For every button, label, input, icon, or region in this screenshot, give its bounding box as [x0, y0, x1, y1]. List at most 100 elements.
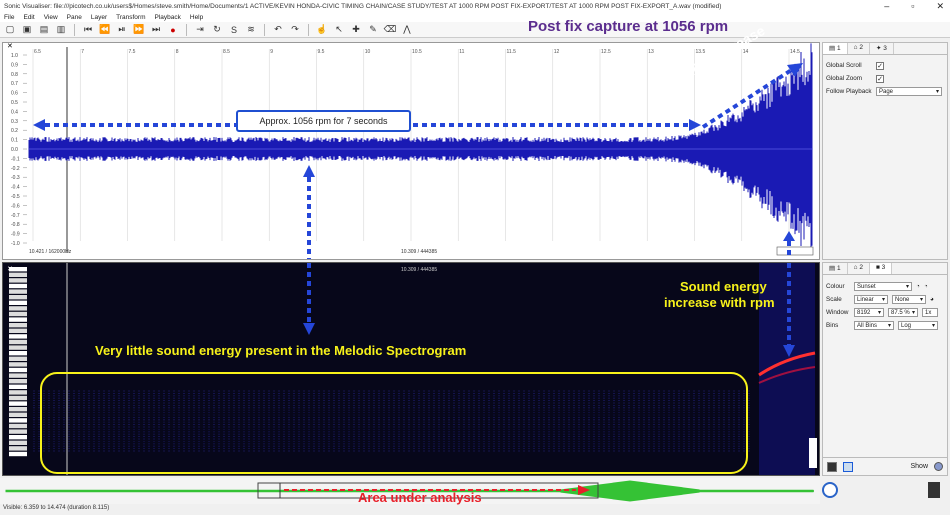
- zoom-indicator: [777, 247, 813, 255]
- speed-icon[interactable]: ≋: [245, 24, 257, 36]
- energy-annotation-line-2: increase with rpm: [664, 295, 775, 310]
- sonic-visualiser-window: Sonic Visualiser: file:///picotech.co.uk…: [0, 0, 950, 515]
- menu-pane[interactable]: Pane: [67, 14, 82, 21]
- menu-file[interactable]: File: [4, 14, 14, 21]
- forward-end-icon[interactable]: ⏭: [150, 24, 162, 36]
- scale-select[interactable]: Linear ▾: [854, 295, 888, 304]
- redo-icon[interactable]: ↷: [289, 24, 301, 36]
- window-overlap-select[interactable]: 87.5 % ▾: [888, 308, 918, 317]
- erase-tool-icon[interactable]: ⌫: [384, 24, 396, 36]
- measure-tool-icon[interactable]: ⋀: [401, 24, 413, 36]
- keyboard-key: [9, 368, 27, 372]
- x-tick-label: 13: [648, 49, 654, 55]
- gain-dial-icon[interactable]: ◕: [930, 296, 934, 303]
- tab-1[interactable]: ▤ 1: [823, 43, 848, 54]
- y-tick-label: 0.5: [11, 100, 18, 106]
- play-selection-icon[interactable]: ⇥: [194, 24, 206, 36]
- open-folder-icon[interactable]: ▣: [21, 24, 33, 36]
- x-tick-label: 9: [270, 49, 273, 55]
- keyboard-key: [9, 317, 27, 321]
- menu-layer[interactable]: Layer: [91, 14, 107, 21]
- solo-icon[interactable]: S: [228, 24, 240, 36]
- keyboard-key: [9, 278, 27, 282]
- undo-icon[interactable]: ↶: [272, 24, 284, 36]
- y-tick-label: 0.2: [11, 128, 18, 134]
- x-tick-label: 9.5: [318, 49, 325, 55]
- keyboard-key: [9, 323, 27, 327]
- minimize-icon[interactable]: –: [884, 1, 889, 11]
- keyboard-key: [9, 452, 27, 456]
- menu-help[interactable]: Help: [190, 14, 203, 21]
- page-title: Post fix capture at 1056 rpm: [528, 18, 728, 35]
- x-tick-label: 11.5: [507, 49, 517, 55]
- colour-select[interactable]: Sunset ▾: [854, 282, 912, 291]
- layer-display-icon[interactable]: [843, 462, 853, 472]
- toolbar: ▢ ▣ ▤ ▥ ⏮ ⏪ ⏯ ⏩ ⏭ ● ⇥ ↻ S ≋ ↶ ↷ ☝ ↖ ✚ ✎ …: [0, 22, 950, 38]
- close-icon[interactable]: ✕: [936, 1, 944, 12]
- x-tick-label: 10: [365, 49, 371, 55]
- bins-select[interactable]: All Bins ▾: [854, 321, 894, 330]
- keyboard-key: [9, 295, 27, 299]
- keyboard-key: [9, 340, 27, 344]
- keyboard-key: [9, 312, 27, 316]
- new-file-icon[interactable]: ▢: [4, 24, 16, 36]
- menu-transform[interactable]: Transform: [116, 14, 145, 21]
- duration-callout: Approx. 1056 rpm for 7 seconds: [236, 110, 411, 132]
- select-tool-icon[interactable]: ↖: [333, 24, 345, 36]
- y-tick-label: 0.7: [11, 81, 18, 87]
- title-bar: Sonic Visualiser: file:///picotech.co.uk…: [0, 0, 950, 12]
- keyboard-key: [9, 284, 27, 288]
- right-arrowhead: [689, 119, 701, 131]
- dial-icon[interactable]: ◔: [916, 283, 920, 290]
- keyboard-key: [9, 357, 27, 361]
- tab-1[interactable]: ▤ 1: [823, 263, 848, 274]
- menu-view[interactable]: View: [44, 14, 58, 21]
- keyboard-key: [9, 396, 27, 400]
- analysis-region-box: [41, 373, 747, 473]
- x-tick-label: 14.5: [790, 49, 800, 55]
- layer-color-swatch[interactable]: [827, 462, 837, 472]
- normalize-select[interactable]: None ▾: [892, 295, 926, 304]
- colour-label: Colour: [826, 283, 850, 290]
- y-tick-label: 0.0: [11, 147, 18, 153]
- save-icon[interactable]: ▤: [38, 24, 50, 36]
- y-tick-label: 0.8: [11, 72, 18, 78]
- global-zoom-checkbox[interactable]: ✓: [876, 75, 884, 83]
- status-bar: Visible: 6.359 to 14.474 (duration 8.115…: [3, 505, 109, 511]
- rewind-icon[interactable]: ⏪: [99, 24, 111, 36]
- tab-3[interactable]: ✦ 3: [870, 43, 894, 54]
- y-tick-label: -0.5: [11, 194, 20, 200]
- window-size-select[interactable]: 8192 ▾: [854, 308, 884, 317]
- draw-tool-icon[interactable]: ✎: [367, 24, 379, 36]
- readout-center: 10.309 / 444385: [401, 249, 437, 255]
- maximize-icon[interactable]: ▫: [911, 1, 914, 11]
- fast-forward-icon[interactable]: ⏩: [133, 24, 145, 36]
- y-tick-label: -0.1: [11, 156, 20, 162]
- global-scroll-checkbox[interactable]: ✓: [876, 62, 884, 70]
- navigate-tool-icon[interactable]: ☝: [316, 24, 328, 36]
- layer-properties-top: ▤ 1 ⌂ 2 ✦ 3 Global Scroll ✓ Global Zoom ✓ …: [822, 42, 948, 260]
- record-icon[interactable]: ●: [167, 24, 179, 36]
- tab-2[interactable]: ⌂ 2: [848, 43, 870, 54]
- follow-playback-select[interactable]: Page ▾: [876, 87, 942, 96]
- frequency-scale-select[interactable]: Log ▾: [898, 321, 938, 330]
- edit-tool-icon[interactable]: ✚: [350, 24, 362, 36]
- menu-edit[interactable]: Edit: [23, 14, 34, 21]
- dial-icon[interactable]: ◔: [924, 283, 928, 290]
- keyboard-key: [9, 362, 27, 366]
- y-tick-label: -0.6: [11, 203, 20, 209]
- tab-3[interactable]: ■ 3: [870, 263, 892, 274]
- play-pause-icon[interactable]: ⏯: [116, 24, 128, 36]
- keyboard-key: [9, 424, 27, 428]
- tab-2[interactable]: ⌂ 2: [848, 263, 870, 274]
- keyboard-key: [9, 306, 27, 310]
- playback-speed-dial-icon[interactable]: [822, 482, 838, 498]
- level-meter-icon: [928, 482, 940, 498]
- save-as-icon[interactable]: ▥: [55, 24, 67, 36]
- menu-playback[interactable]: Playback: [155, 14, 181, 21]
- loop-icon[interactable]: ↻: [211, 24, 223, 36]
- oversample-select[interactable]: 1x: [922, 308, 938, 317]
- overview-annotation: Area under analysis: [358, 490, 482, 505]
- rewind-start-icon[interactable]: ⏮: [82, 24, 94, 36]
- show-toggle-icon[interactable]: [934, 462, 943, 471]
